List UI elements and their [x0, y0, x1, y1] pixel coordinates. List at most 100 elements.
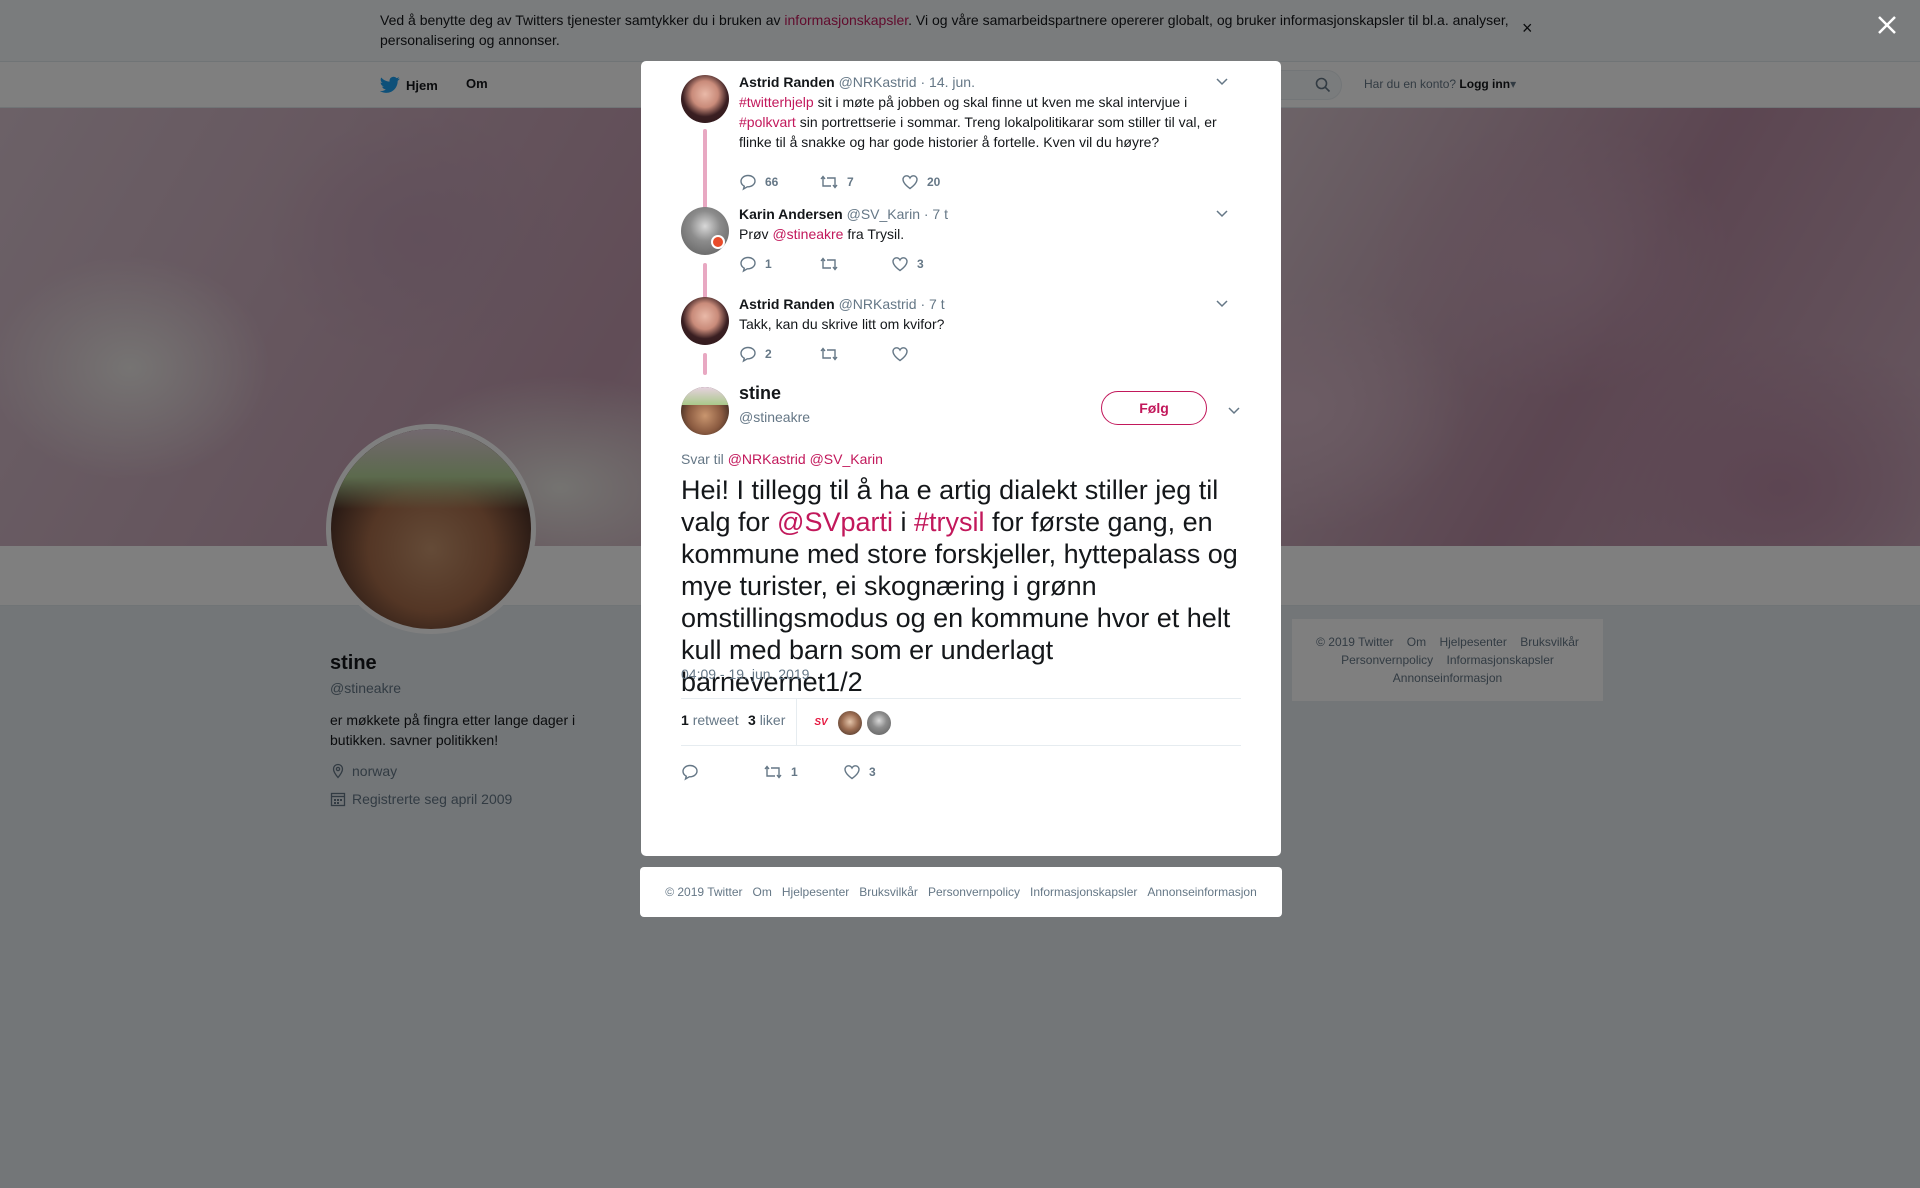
avatar[interactable] — [681, 207, 729, 255]
mention-link[interactable]: @stineakre — [772, 226, 843, 242]
retweet-button[interactable]: 7 — [819, 173, 901, 191]
retweet-stat-count: 1 — [681, 712, 689, 728]
tweet-content: Astrid Randen @NRKastrid · 14. jun. #twi… — [739, 72, 1229, 152]
like-button[interactable]: 3 — [891, 255, 924, 273]
tweet-timestamp[interactable]: · 7 t — [920, 296, 944, 312]
liker-avatar-sv[interactable]: SV — [809, 711, 833, 735]
thread-tweet[interactable]: Astrid Randen @NRKastrid · 14. jun. #twi… — [681, 72, 1241, 239]
retweet-stat[interactable]: 1 retweet — [681, 712, 739, 728]
tweet-timestamp[interactable]: · 7 t — [924, 206, 948, 222]
mention-link[interactable]: @SVparti — [777, 507, 893, 537]
tweet-content: Astrid Randen @NRKastrid · 7 t Takk, kan… — [739, 294, 1229, 334]
like-count: 3 — [869, 765, 876, 779]
chevron-down-icon[interactable] — [1215, 296, 1229, 310]
tweet-actions: 66 7 20 — [739, 173, 940, 191]
tweet-text-part: i — [893, 507, 915, 537]
tweet-actions: 1 3 — [739, 255, 924, 273]
reply-button[interactable]: 66 — [739, 173, 819, 191]
tweet-author-handle[interactable]: @SV_Karin — [847, 206, 920, 222]
reply-count: 1 — [765, 257, 772, 271]
like-stat-count: 3 — [748, 712, 756, 728]
heart-icon — [902, 175, 918, 190]
modal-footer: © 2019 Twitter Om Hjelpesenter Bruksvilk… — [640, 867, 1282, 917]
avatar[interactable] — [681, 297, 729, 345]
retweet-stat-label: retweet — [692, 712, 739, 728]
engagement-stats: 1 retweet 3 liker SV — [681, 698, 1241, 746]
reply-to-context: Svar til @NRKastrid @SV_Karin — [681, 451, 883, 467]
hashtag-link[interactable]: #trysil — [914, 507, 985, 537]
like-button[interactable] — [891, 345, 917, 363]
like-stat-label: liker — [759, 712, 786, 728]
footer-link-help[interactable]: Hjelpesenter — [782, 885, 849, 899]
retweet-icon — [820, 175, 838, 189]
thread-tweet[interactable]: Astrid Randen @NRKastrid · 7 t Takk, kan… — [681, 294, 1241, 377]
footer-link-cookies[interactable]: Informasjonskapsler — [1030, 885, 1137, 899]
flower-wreath — [681, 387, 729, 405]
main-tweet-actions: 1 3 — [681, 760, 1241, 784]
tweet-text-part: Prøv — [739, 226, 773, 242]
tweet-text-part: fra Trysil. — [843, 226, 905, 242]
footer-link-about[interactable]: Om — [753, 885, 772, 899]
main-tweet-text: Hei! I tillegg til å ha e artig dialekt … — [681, 474, 1241, 698]
close-icon[interactable] — [1874, 12, 1900, 38]
liker-avatar[interactable] — [838, 711, 862, 735]
tweet-header: Astrid Randen @NRKastrid · 14. jun. — [739, 72, 1229, 92]
reply-button[interactable]: 1 — [739, 255, 819, 273]
avatar[interactable] — [681, 75, 729, 123]
chevron-down-icon[interactable] — [1215, 206, 1229, 220]
chevron-down-icon[interactable] — [1227, 403, 1241, 417]
retweet-icon — [820, 257, 838, 271]
reply-to-label: Svar til — [681, 451, 724, 467]
heart-icon — [892, 347, 908, 362]
thread-connector — [703, 353, 707, 375]
tweet-header: Karin Andersen @SV_Karin · 7 t — [739, 204, 1229, 224]
avatar[interactable] — [681, 387, 729, 435]
tweet-text: Prøv @stineakre fra Trysil. — [739, 224, 1229, 244]
mention-link[interactable]: @NRKastrid — [728, 451, 806, 467]
tweet-text: #twitterhjelp sit i møte på jobben og sk… — [739, 92, 1229, 152]
heart-icon — [892, 257, 908, 272]
reply-icon — [740, 256, 756, 273]
footer-link-ads-info[interactable]: Annonseinformasjon — [1147, 885, 1256, 899]
retweet-button[interactable] — [819, 345, 891, 363]
stats-divider — [796, 699, 797, 746]
chevron-down-icon[interactable] — [1215, 74, 1229, 88]
tweet-permalink-modal: Astrid Randen @NRKastrid · 14. jun. #twi… — [641, 61, 1281, 856]
retweet-button[interactable]: 1 — [763, 763, 843, 781]
like-count: 3 — [917, 257, 924, 271]
footer-link-privacy[interactable]: Personvernpolicy — [928, 885, 1020, 899]
reply-button[interactable] — [681, 763, 763, 781]
retweet-count: 1 — [791, 765, 798, 779]
reply-icon — [682, 764, 698, 781]
hashtag-link[interactable]: #polkvart — [739, 114, 796, 130]
main-tweet-timestamp[interactable]: 04:09 - 19. jun. 2019 — [681, 666, 809, 682]
tweet-author-name[interactable]: Astrid Randen — [739, 296, 835, 312]
tweet-author-name[interactable]: Karin Andersen — [739, 206, 843, 222]
reply-icon — [740, 346, 756, 363]
tweet-actions: 2 — [739, 345, 917, 363]
like-count: 20 — [927, 175, 941, 189]
tweet-author-handle[interactable]: @NRKastrid — [839, 296, 917, 312]
hashtag-link[interactable]: #twitterhjelp — [739, 94, 814, 110]
main-tweet-author-name[interactable]: stine — [739, 383, 781, 404]
retweet-icon — [764, 765, 782, 779]
main-tweet-author-handle[interactable]: @stineakre — [739, 409, 810, 425]
reply-count: 2 — [765, 347, 772, 361]
retweet-count: 7 — [847, 175, 854, 189]
reply-button[interactable]: 2 — [739, 345, 819, 363]
like-button[interactable]: 3 — [843, 763, 876, 781]
mention-link[interactable]: @SV_Karin — [810, 451, 883, 467]
like-stat[interactable]: 3 liker — [748, 712, 785, 728]
like-button[interactable]: 20 — [901, 173, 940, 191]
heart-icon — [844, 765, 860, 780]
thread-tweet[interactable]: Karin Andersen @SV_Karin · 7 t Prøv @sti… — [681, 204, 1241, 301]
retweet-icon — [820, 347, 838, 361]
retweet-button[interactable] — [819, 255, 891, 273]
tweet-author-name[interactable]: Astrid Randen — [739, 74, 835, 90]
liker-avatar[interactable] — [867, 711, 891, 735]
follow-button[interactable]: Følg — [1101, 391, 1207, 425]
footer-link-terms[interactable]: Bruksvilkår — [859, 885, 918, 899]
tweet-timestamp[interactable]: · 14. jun. — [920, 74, 974, 90]
tweet-author-handle[interactable]: @NRKastrid — [839, 74, 917, 90]
thread-connector — [703, 263, 707, 301]
